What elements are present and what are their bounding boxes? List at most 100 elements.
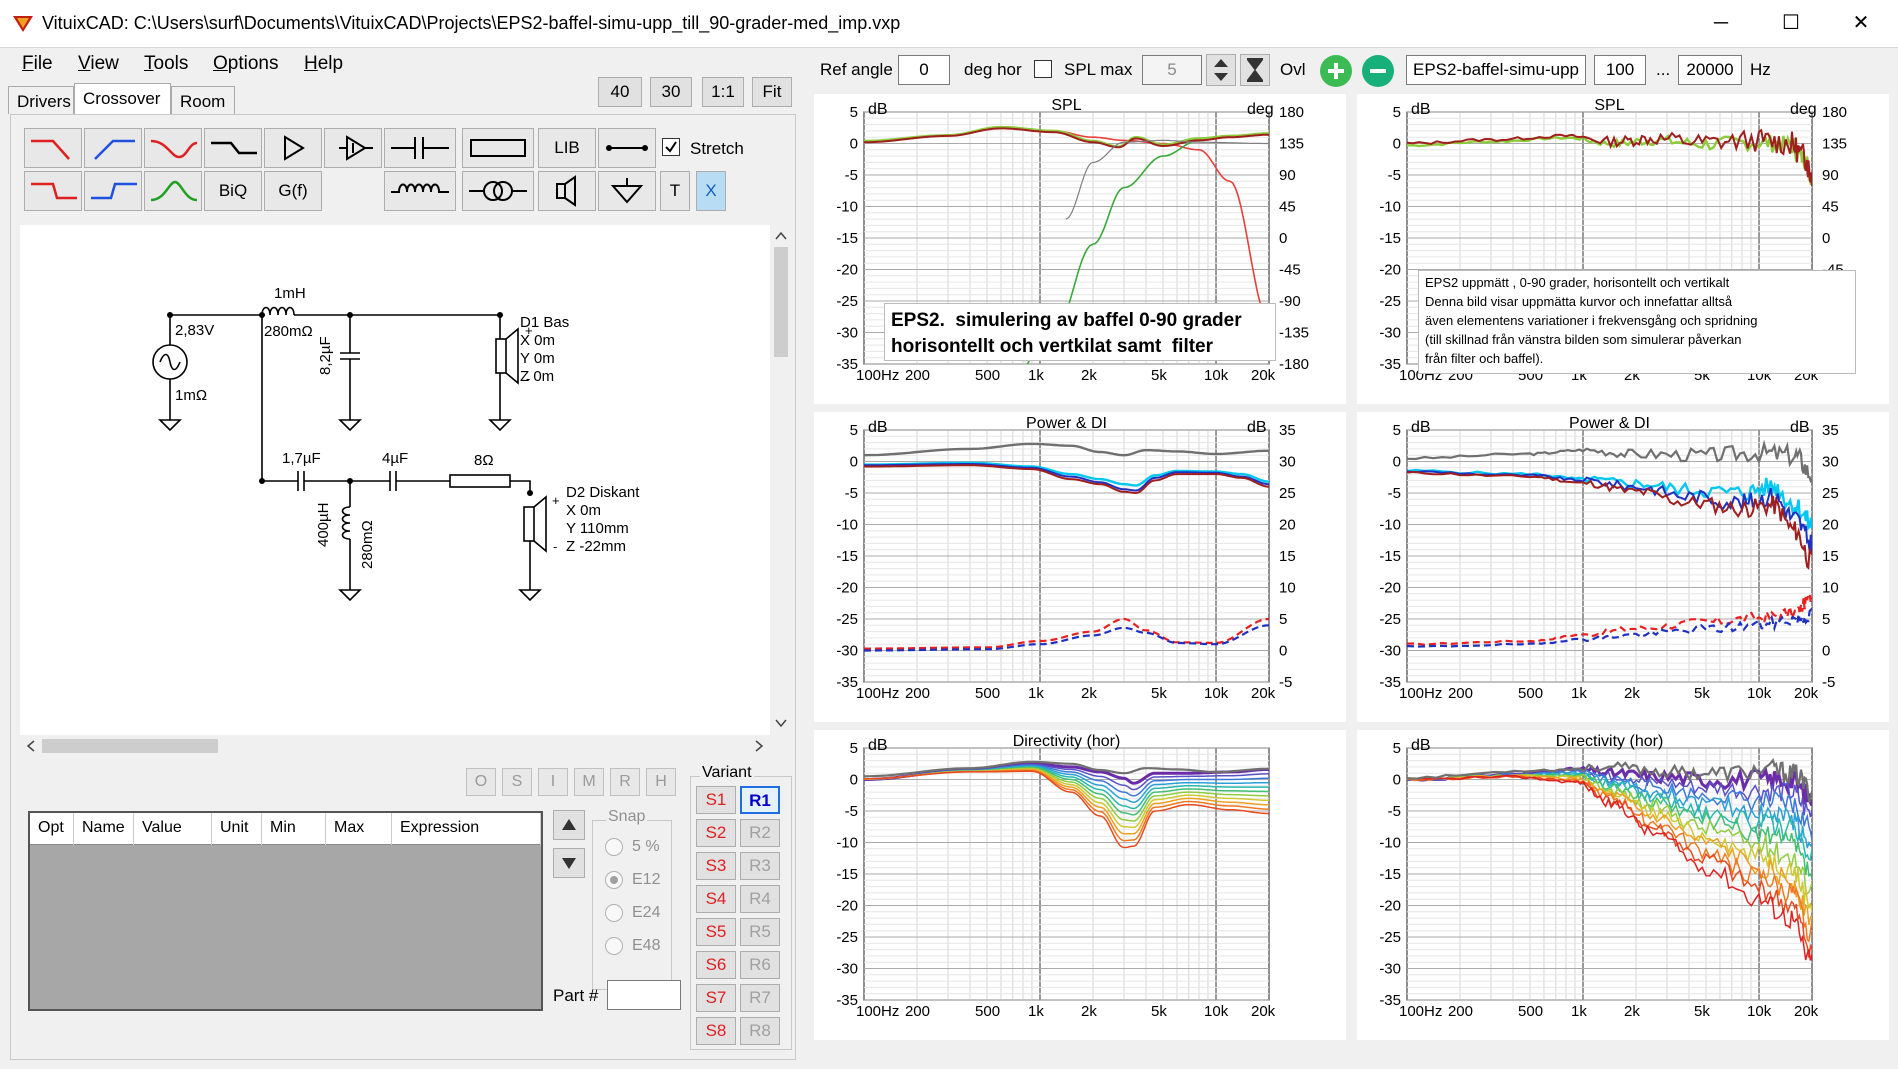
directivity-chart-measured[interactable]: 100Hz 200 500 1k 2k 5k 10k 20k 5 0 -5 -10 -15 -20 -25 -… xyxy=(1357,730,1889,1040)
tab-crossover[interactable]: Crossover xyxy=(74,83,171,115)
move-down-button[interactable] xyxy=(553,848,585,878)
lowpass-tool-icon[interactable] xyxy=(24,128,82,168)
variant-r5-button[interactable]: R5 xyxy=(740,918,780,946)
variant-s3-button[interactable]: S3 xyxy=(696,852,736,880)
parameter-grid[interactable]: Opt Name Value Unit Min Max Expression xyxy=(28,811,543,1011)
c3-value-label[interactable]: 4µF xyxy=(382,450,408,467)
col-expression[interactable]: Expression xyxy=(392,813,541,845)
maximize-button[interactable]: ☐ xyxy=(1762,0,1820,48)
variant-r6-button[interactable]: R6 xyxy=(740,951,780,979)
overlay-name-input[interactable] xyxy=(1406,55,1586,85)
zoom-fit-button[interactable]: Fit xyxy=(752,77,792,107)
add-overlay-icon[interactable] xyxy=(1320,55,1352,87)
c2-value-label[interactable]: 1,7µF xyxy=(282,450,321,467)
schematic-vertical-scrollbar[interactable] xyxy=(770,225,792,735)
schematic-horizontal-scrollbar[interactable] xyxy=(20,735,770,757)
source-voltage-label[interactable]: 2,83V xyxy=(175,322,214,339)
l2-value-label[interactable]: 400µH xyxy=(315,502,332,547)
gf-tool-button[interactable]: G(f) xyxy=(264,171,322,211)
col-opt[interactable]: Opt xyxy=(30,813,74,845)
menu-file[interactable]: File xyxy=(22,53,53,75)
tab-drivers[interactable]: Drivers xyxy=(8,86,74,114)
variant-r1-button[interactable]: R1 xyxy=(740,786,780,814)
variant-r4-button[interactable]: R4 xyxy=(740,885,780,913)
bandpass-tool-icon[interactable] xyxy=(144,171,202,211)
inductor-tool-icon[interactable] xyxy=(384,171,456,211)
move-up-button[interactable] xyxy=(553,810,585,840)
snap-e24-radio[interactable] xyxy=(605,904,623,922)
menu-view[interactable]: View xyxy=(78,53,119,75)
zoom-1-1-button[interactable]: 1:1 xyxy=(702,77,744,107)
text-tool-button[interactable]: T xyxy=(660,171,690,211)
menu-tools[interactable]: Tools xyxy=(144,53,188,75)
variant-s4-button[interactable]: S4 xyxy=(696,885,736,913)
notch-tool-icon[interactable] xyxy=(144,128,202,168)
variant-r7-button[interactable]: R7 xyxy=(740,984,780,1012)
opt-r-button[interactable]: R xyxy=(610,768,640,796)
opamp-tool-icon[interactable] xyxy=(324,128,382,168)
variant-r3-button[interactable]: R3 xyxy=(740,852,780,880)
freq-min-input[interactable] xyxy=(1594,55,1646,85)
opt-i-button[interactable]: I xyxy=(538,768,568,796)
snap-e48-radio[interactable] xyxy=(605,937,623,955)
ref-angle-input[interactable] xyxy=(898,55,950,85)
opt-m-button[interactable]: M xyxy=(574,768,604,796)
variant-s7-button[interactable]: S7 xyxy=(696,984,736,1012)
zoom-40-button[interactable]: 40 xyxy=(598,77,642,107)
variant-s1-button[interactable]: S1 xyxy=(696,786,736,814)
minimize-button[interactable]: ─ xyxy=(1692,0,1750,48)
delete-tool-button[interactable]: X xyxy=(696,171,726,211)
spl-max-spin-button[interactable] xyxy=(1206,54,1236,86)
ground-tool-icon[interactable] xyxy=(598,171,656,211)
d2-name-label[interactable]: D2 Diskant xyxy=(566,484,640,501)
r1-value-label[interactable]: 8Ω xyxy=(474,452,494,469)
variant-s6-button[interactable]: S6 xyxy=(696,951,736,979)
source-resistance-label[interactable]: 1mΩ xyxy=(175,387,207,404)
horizontal-scroll-thumb[interactable] xyxy=(42,739,218,753)
tab-room[interactable]: Room xyxy=(171,86,235,114)
driver-tool-icon[interactable] xyxy=(538,171,596,211)
col-max[interactable]: Max xyxy=(326,813,392,845)
opt-s-button[interactable]: S xyxy=(502,768,532,796)
opt-h-button[interactable]: H xyxy=(646,768,676,796)
c1-value-label[interactable]: 8,2µF xyxy=(317,336,334,375)
power-di-chart-simulated[interactable]: 100Hz 200 500 1k 2k 5k 10k 20k 5 0 -5 -10 -15 -20 -25-… xyxy=(814,412,1346,722)
lowpass-2-tool-icon[interactable] xyxy=(24,171,82,211)
freq-max-input[interactable] xyxy=(1678,55,1742,85)
biquad-tool-button[interactable]: BiQ xyxy=(204,171,262,211)
opt-o-button[interactable]: O xyxy=(466,768,496,796)
col-value[interactable]: Value xyxy=(134,813,212,845)
menu-help[interactable]: Help xyxy=(304,53,343,75)
resistor-tool-icon[interactable] xyxy=(462,128,534,168)
part-number-input[interactable] xyxy=(607,980,681,1010)
capacitor-tool-icon[interactable] xyxy=(384,128,456,168)
snap-e12-radio[interactable] xyxy=(605,871,623,889)
directivity-chart-simulated[interactable]: 100Hz 200 500 1k 2k 5k 10k 20k 5 0 -5 -10 -15 -20 -25 -… xyxy=(814,730,1346,1040)
zoom-30-button[interactable]: 30 xyxy=(650,77,692,107)
l2-resistance-label[interactable]: 280mΩ xyxy=(359,520,376,569)
variant-s5-button[interactable]: S5 xyxy=(696,918,736,946)
highpass-2-tool-icon[interactable] xyxy=(84,171,142,211)
col-min[interactable]: Min xyxy=(262,813,326,845)
auto-scale-button[interactable] xyxy=(1240,54,1270,86)
close-button[interactable]: ✕ xyxy=(1832,0,1890,48)
col-name[interactable]: Name xyxy=(74,813,134,845)
wire-tool-icon[interactable] xyxy=(598,128,656,168)
buffer-tool-icon[interactable] xyxy=(264,128,322,168)
spl-max-checkbox[interactable] xyxy=(1034,60,1052,78)
schematic-canvas[interactable]: 2,83V 1mΩ 1mH 280mΩ 8,2µF D1 Bas X 0m Y … xyxy=(20,225,770,735)
shelf-tool-icon[interactable] xyxy=(204,128,262,168)
variant-r2-button[interactable]: R2 xyxy=(740,819,780,847)
variant-s2-button[interactable]: S2 xyxy=(696,819,736,847)
spl-max-input[interactable] xyxy=(1142,55,1202,85)
transformer-tool-icon[interactable] xyxy=(462,171,534,211)
vertical-scroll-thumb[interactable] xyxy=(774,247,788,357)
col-unit[interactable]: Unit xyxy=(212,813,262,845)
highpass-tool-icon[interactable] xyxy=(84,128,142,168)
menu-options[interactable]: Options xyxy=(213,53,278,75)
variant-s8-button[interactable]: S8 xyxy=(696,1017,736,1045)
l1-value-label[interactable]: 1mH xyxy=(274,285,306,302)
snap-5pct-radio[interactable] xyxy=(605,838,623,856)
power-di-chart-measured[interactable]: 100Hz 200 500 1k 2k 5k 10k 20k 5 0 -5 -10 -15 -20 -25-… xyxy=(1357,412,1889,722)
stretch-checkbox[interactable] xyxy=(662,138,680,156)
